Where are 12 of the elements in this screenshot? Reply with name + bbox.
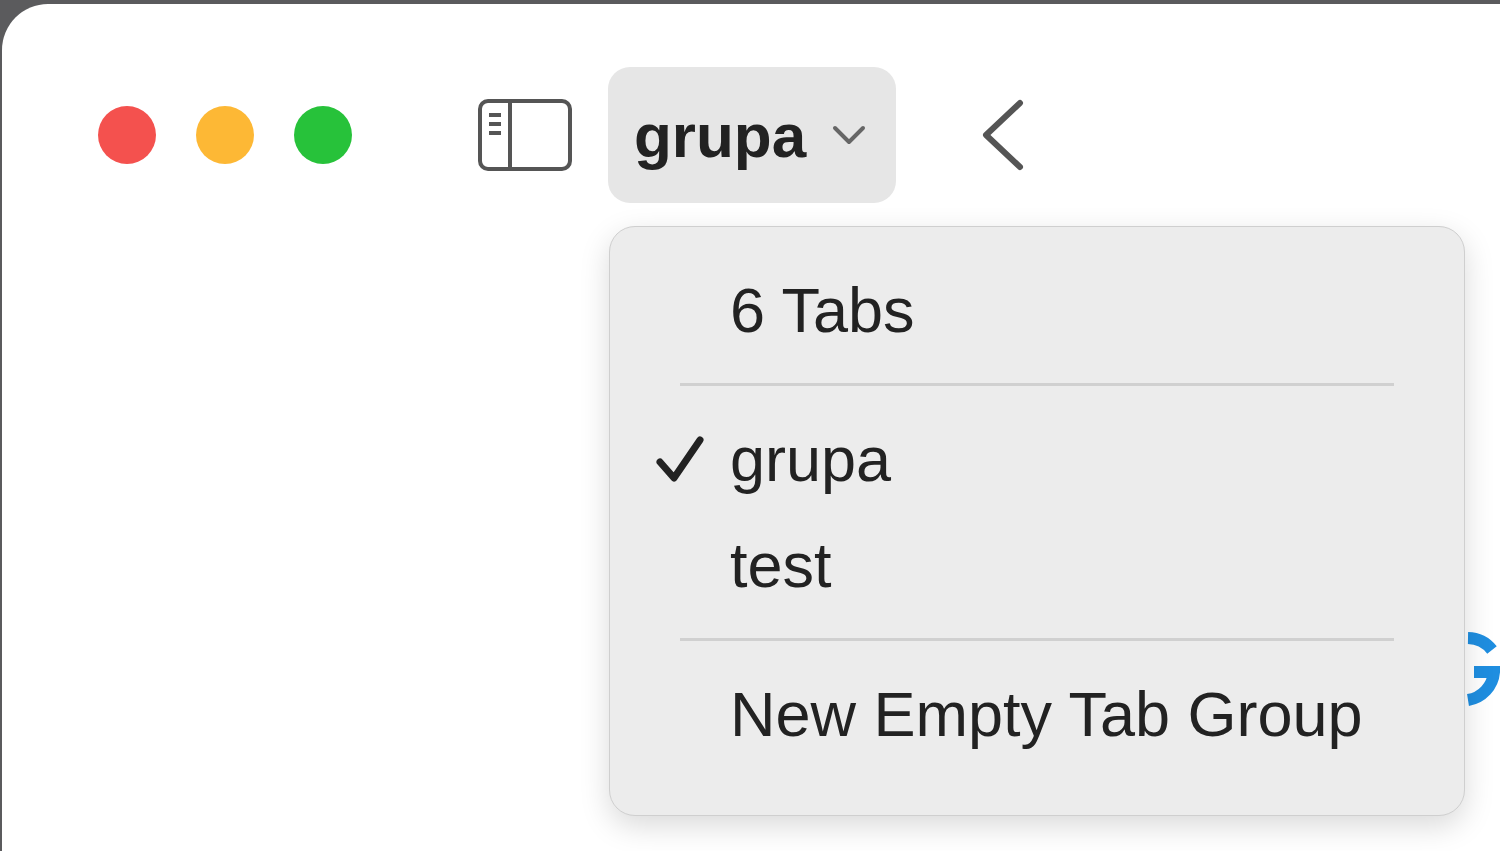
tab-group-button[interactable]: grupa	[608, 67, 897, 203]
minimize-button[interactable]	[196, 106, 254, 164]
chevron-down-icon	[832, 125, 867, 145]
menu-item[interactable]: test	[610, 512, 1464, 618]
menu-item[interactable]: 6 Tabs	[610, 257, 1464, 363]
sidebar-icon[interactable]	[478, 99, 572, 171]
checkmark-icon	[656, 436, 704, 482]
back-icon[interactable]	[980, 99, 1025, 171]
menu-item[interactable]: grupa	[610, 406, 1464, 512]
maximize-button[interactable]	[294, 106, 352, 164]
close-button[interactable]	[98, 106, 156, 164]
menu-item[interactable]: New Empty Tab Group	[610, 661, 1464, 767]
